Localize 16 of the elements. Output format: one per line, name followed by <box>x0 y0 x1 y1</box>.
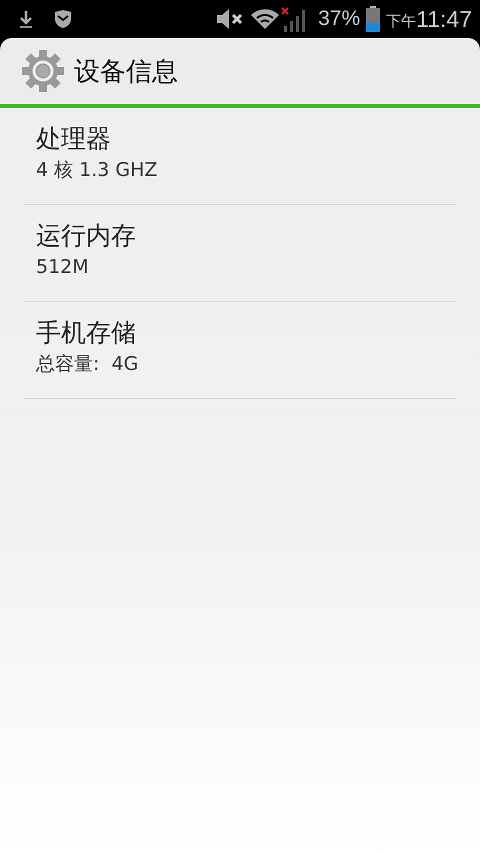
battery-percent: 37% <box>318 7 360 31</box>
item-value: 总容量: 4G <box>36 352 140 377</box>
item-title: 运行内存 <box>36 220 137 252</box>
mute-icon <box>216 7 244 31</box>
download-icon <box>18 9 34 29</box>
item-title: 处理器 <box>36 123 112 155</box>
wifi-icon <box>250 8 280 30</box>
item-value: 4 核 1.3 GHZ <box>36 158 158 183</box>
screen-title: 设备信息 <box>74 56 178 88</box>
clock-time: 11:47 <box>416 6 472 32</box>
item-value: 512M <box>36 255 90 280</box>
time-period: 下午 <box>386 12 416 31</box>
battery-icon <box>366 6 380 32</box>
shield-icon <box>54 9 72 29</box>
settings-icon <box>20 48 66 94</box>
item-title: 手机存储 <box>36 317 137 349</box>
